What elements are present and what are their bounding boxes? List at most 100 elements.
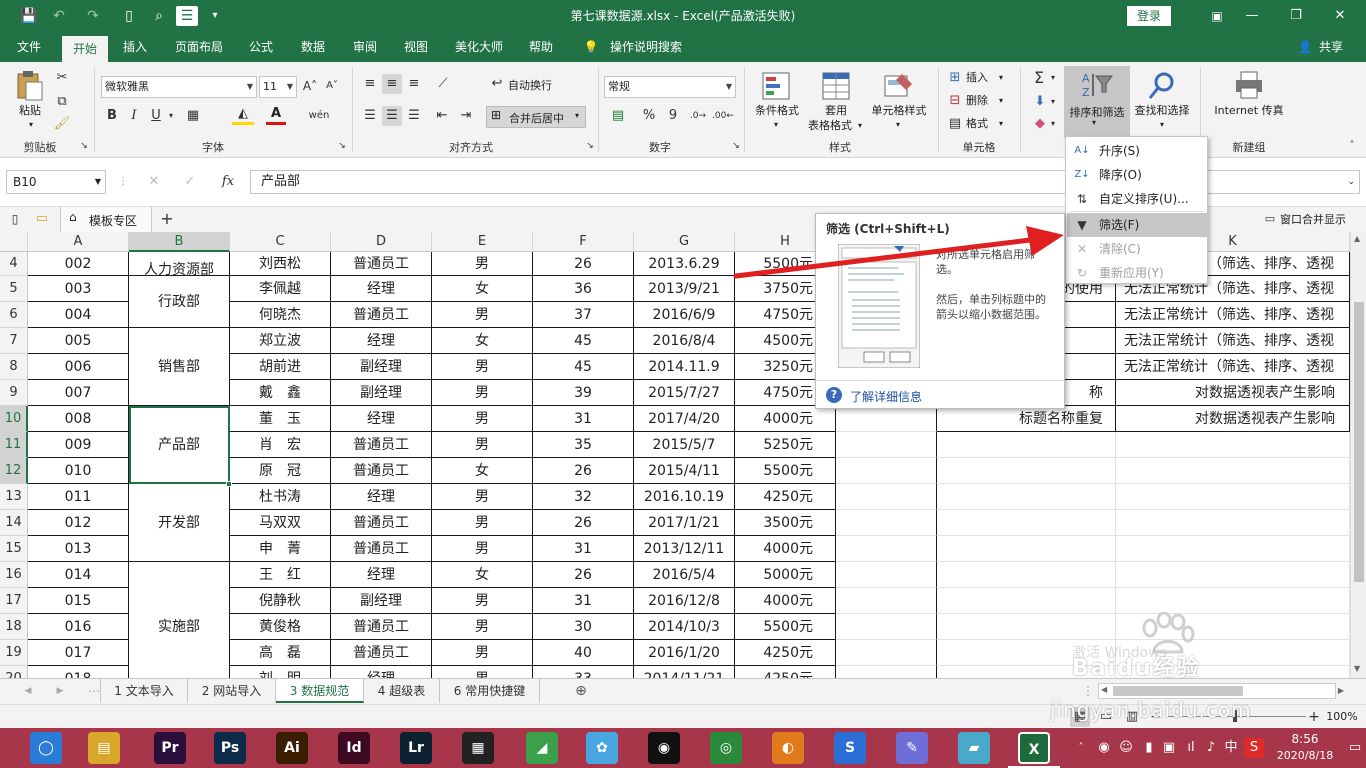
insert-cells-icon[interactable]: ⊞ [946,68,964,88]
tell-me-search[interactable]: 操作说明搜索 [604,32,688,62]
cell-h[interactable]: 5500元 [735,458,836,484]
cell-e[interactable]: 男 [432,302,533,328]
qq-icon[interactable]: ◉ [648,732,680,764]
cell-d[interactable]: 普通员工 [331,458,432,484]
cell-g[interactable]: 2016/5/4 [634,562,735,588]
wrap-text-icon[interactable]: ↩ [488,74,506,94]
cut-icon[interactable]: ✂ [52,68,72,88]
close-button[interactable]: ✕ [1318,0,1362,32]
fax-printer-icon[interactable] [1234,70,1264,100]
merge-window-icon[interactable]: ▭ [1262,209,1278,229]
cell-e[interactable]: 男 [432,536,533,562]
column-header[interactable]: B [129,232,230,252]
autosum-icon[interactable]: Σ [1028,68,1050,88]
cell-e[interactable]: 男 [432,354,533,380]
cancel-entry-icon[interactable]: ✕ [144,172,164,192]
column-header[interactable]: E [432,232,533,252]
cell-g[interactable]: 2014/10/3 [634,614,735,640]
cell-c[interactable]: 杜书涛 [230,484,331,510]
cell-c[interactable]: 李佩越 [230,276,331,302]
clock-date[interactable]: 2020/8/18 [1268,749,1342,762]
cell-d[interactable]: 普通员工 [331,302,432,328]
align-right-icon[interactable]: ☰ [404,106,424,126]
cell-h[interactable]: 4000元 [735,588,836,614]
screenshot-tool-icon[interactable]: ◢ [526,732,558,764]
normal-view-icon[interactable]: ▦ [1070,707,1090,727]
cell-f[interactable]: 30 [533,614,634,640]
tab-formulas[interactable]: 公式 [240,32,282,62]
cell-c[interactable]: 倪静秋 [230,588,331,614]
row-header[interactable]: 18 [0,614,28,640]
cell-a[interactable]: 004 [28,302,129,328]
assistant-icon[interactable]: ✿ [586,732,618,764]
row-header[interactable]: 14 [0,510,28,536]
input-language[interactable]: 中 [1222,738,1240,758]
decrease-font-icon[interactable]: A˅ [323,76,341,96]
cell-e[interactable]: 女 [432,328,533,354]
cell-e[interactable]: 男 [432,614,533,640]
cell-h[interactable]: 4000元 [735,406,836,432]
cell-a[interactable]: 016 [28,614,129,640]
row-header[interactable]: 10 [0,406,28,432]
cell-d[interactable]: 普通员工 [331,252,432,276]
delete-dropdown-icon[interactable]: ▾ [996,94,1006,108]
cell-a[interactable]: 013 [28,536,129,562]
cell-styles-button[interactable]: 单元格样式 [866,104,932,118]
underline-button[interactable]: U [148,106,164,126]
scroll-right-icon[interactable]: ▶ [1336,681,1346,701]
column-header[interactable]: C [230,232,331,252]
cell-k[interactable] [1116,588,1350,614]
new-icon[interactable]: ▯ [118,6,140,26]
internet-fax-button[interactable]: Internet 传真 [1206,104,1292,118]
tab-insert[interactable]: 插入 [114,32,156,62]
cell-d[interactable]: 普通员工 [331,536,432,562]
cell-f[interactable]: 26 [533,458,634,484]
cell-a[interactable]: 009 [28,432,129,458]
cell-k[interactable] [1116,666,1350,678]
clear-icon[interactable]: ◆ [1030,114,1050,134]
cell-d[interactable]: 副经理 [331,380,432,406]
department-cell[interactable]: 销售部 [129,328,230,406]
notes-icon[interactable]: ▰ [958,732,990,764]
cell-j[interactable] [937,536,1116,562]
cell-j[interactable] [937,666,1116,678]
cell-a[interactable]: 017 [28,640,129,666]
format-as-table-icon[interactable] [820,70,852,102]
merge-window-toggle[interactable]: 窗口合并显示 [1280,213,1360,227]
zoom-level[interactable]: 100% [1322,710,1362,724]
cell-i[interactable] [836,640,937,666]
cell-a[interactable]: 011 [28,484,129,510]
cell-d[interactable]: 经理 [331,276,432,302]
excel-icon[interactable]: X [1018,732,1050,764]
decrease-indent-icon[interactable]: ⇤ [432,106,452,126]
worksheet-grid[interactable]: A B C D E F G H K 4 002 刘西松 普通员工男 26 2013.6.29 5500元 无法正… [0,232,1350,678]
row-header[interactable]: 13 [0,484,28,510]
cell-c[interactable]: 肖 宏 [230,432,331,458]
cell-g[interactable]: 2015/7/27 [634,380,735,406]
name-box-dropdown-icon[interactable]: ▼ [95,171,101,193]
sheet-tab[interactable]: 1 文本导入 [100,679,188,703]
cell-h[interactable]: 4000元 [735,536,836,562]
cell-j[interactable] [937,640,1116,666]
cell-g[interactable]: 2016.10.19 [634,484,735,510]
cell-k[interactable] [1116,640,1350,666]
increase-font-icon[interactable]: A˄ [301,76,319,96]
tray-battery-icon[interactable]: ▮ [1140,738,1158,758]
page-break-view-icon[interactable]: ▥ [1122,707,1142,727]
sort-filter-button[interactable]: A Z 排序和筛选 ▾ [1064,66,1130,138]
name-box[interactable]: B10 ▼ [6,170,106,194]
cell-j[interactable] [937,458,1116,484]
tab-view[interactable]: 视图 [396,32,436,62]
cell-k[interactable] [1116,432,1350,458]
menu-item-sort-desc[interactable]: Z↓ 降序(O) [1067,163,1208,187]
cell-i[interactable] [836,458,937,484]
cell-a[interactable]: 015 [28,588,129,614]
find-select-icon[interactable] [1146,70,1178,102]
cell-k[interactable] [1116,614,1350,640]
tab-file[interactable]: 文件 [8,32,50,62]
comma-button[interactable]: 9 [664,106,682,126]
sogou-icon[interactable]: S [834,732,866,764]
chrome-icon[interactable]: ◎ [710,732,742,764]
scroll-up-icon[interactable]: ▲ [1354,234,1360,243]
cell-d[interactable]: 普通员工 [331,510,432,536]
